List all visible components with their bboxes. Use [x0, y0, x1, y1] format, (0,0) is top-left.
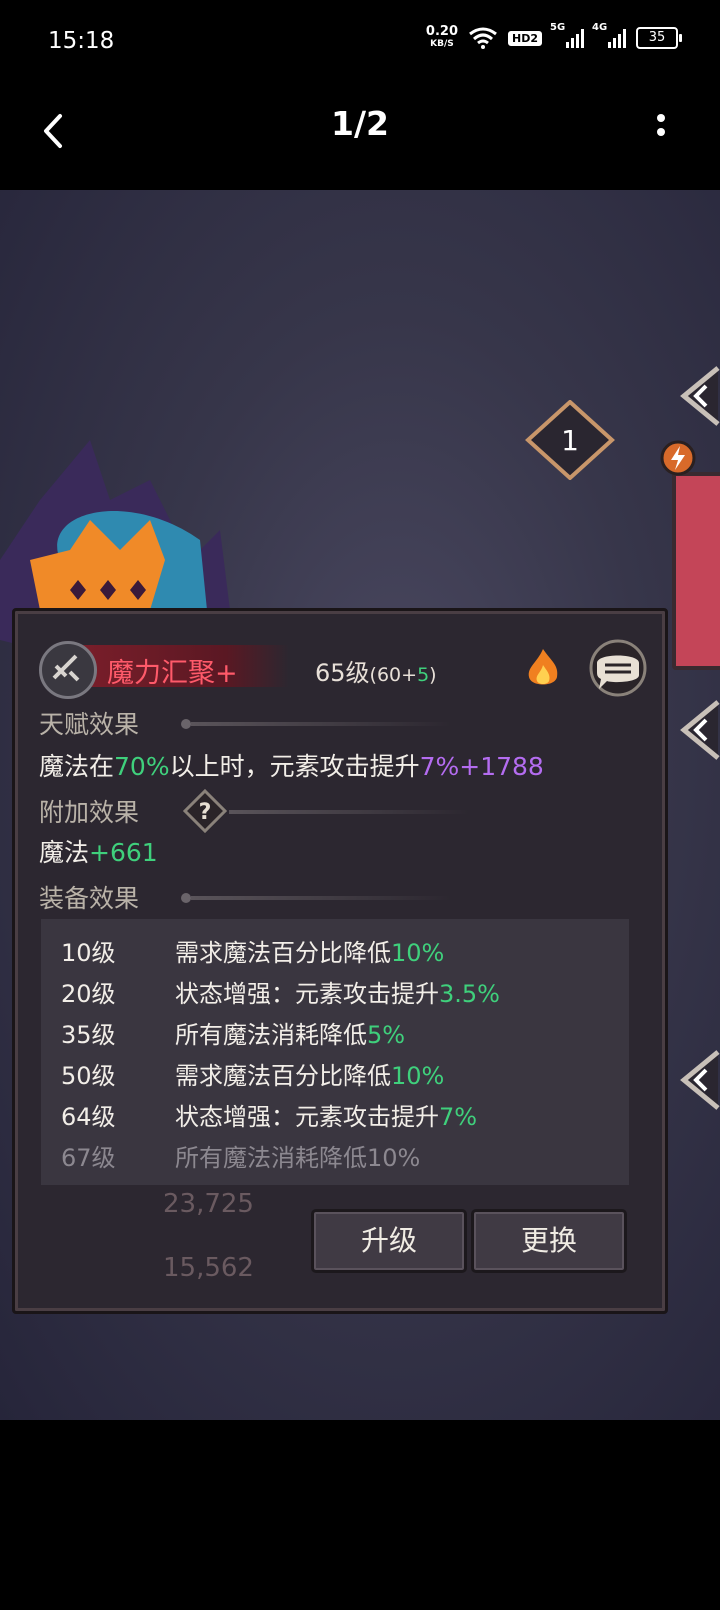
- section-dot: [181, 719, 191, 729]
- skill-name: 魔力汇聚+: [107, 658, 238, 689]
- side-arrow-icon[interactable]: [678, 700, 720, 760]
- help-icon[interactable]: ?: [183, 789, 227, 833]
- side-arrow-icon[interactable]: [678, 1050, 720, 1110]
- section-divider: [229, 810, 469, 814]
- page-indicator: 1/2: [331, 104, 389, 143]
- bottom-blank-area: [0, 1420, 720, 1610]
- section-dot: [181, 893, 191, 903]
- section-divider: [191, 896, 451, 900]
- wifi-icon: [469, 27, 497, 49]
- net-speed: 0.20 KB/S: [425, 24, 458, 49]
- hd-icon: HD2: [508, 30, 542, 46]
- signal-4g-icon: 4G: [592, 22, 626, 48]
- talent-effect-text: 魔法在70%以上时，元素攻击提升7%+1788: [39, 752, 544, 781]
- battery-icon: 35: [636, 27, 682, 49]
- status-time: 15:18: [48, 28, 115, 54]
- skill-header: 魔力汇聚+ 65级(60+5): [29, 639, 649, 699]
- chat-bubble-icon[interactable]: [587, 639, 649, 697]
- section-divider: [191, 722, 451, 726]
- skill-level: 65级(60+5): [315, 659, 437, 687]
- side-arrow-icon[interactable]: [678, 366, 720, 426]
- replace-button[interactable]: 更换: [471, 1209, 627, 1273]
- additional-effect-text: 魔法+661: [39, 838, 158, 867]
- side-card[interactable]: [672, 472, 720, 670]
- game-screen: 1 魔力汇聚+ 65级(60+5) 天赋效果 魔法在70%以上时，元素攻击提升7…: [0, 190, 720, 1420]
- skill-icon: [39, 641, 97, 699]
- status-icons: 0.20 KB/S HD2 5G 4G 35: [425, 22, 682, 50]
- background-value: 15,562: [163, 1253, 254, 1283]
- status-bar: 15:18 0.20 KB/S HD2 5G 4G 35: [0, 0, 720, 86]
- lightning-icon: [660, 440, 696, 476]
- signal-5g-icon: 5G: [550, 22, 584, 48]
- talent-effect-label: 天赋效果: [39, 710, 140, 739]
- equip-effect-list: 10级 需求魔法百分比降低10% 20级 状态增强：元素攻击提升3.5% 35级 所有…: [41, 919, 629, 1185]
- additional-effect-label: 附加效果: [39, 798, 140, 827]
- level-badge: 1: [525, 400, 615, 480]
- more-menu-button[interactable]: [646, 106, 676, 156]
- title-bar: 1/2: [0, 86, 720, 190]
- fire-icon: [528, 649, 558, 685]
- svg-text:1: 1: [561, 424, 579, 457]
- skill-detail-dialog: 魔力汇聚+ 65级(60+5) 天赋效果 魔法在70%以上时，元素攻击提升7%+…: [12, 608, 668, 1314]
- equip-effect-label: 装备效果: [39, 884, 140, 913]
- background-value: 23,725: [163, 1189, 254, 1219]
- svg-text:?: ?: [199, 800, 212, 825]
- upgrade-button[interactable]: 升级: [311, 1209, 467, 1273]
